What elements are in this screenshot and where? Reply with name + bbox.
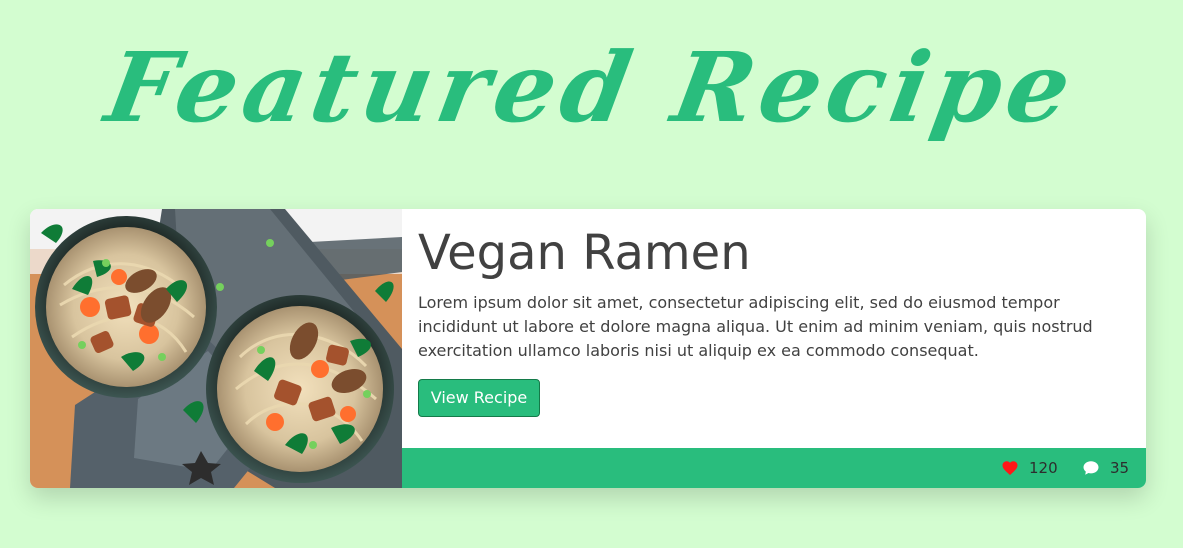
recipe-card: Vegan Ramen Lorem ipsum dolor sit amet, … — [30, 209, 1146, 488]
comments-stat: 35 — [1082, 457, 1129, 479]
recipe-description: Lorem ipsum dolor sit amet, consectetur … — [418, 293, 1093, 360]
page-title: Featured Recipe — [98, 31, 1085, 144]
vegan-ramen-bowl-image — [30, 209, 402, 488]
view-recipe-button[interactable]: View Recipe — [418, 379, 540, 417]
comments-count: 35 — [1110, 459, 1130, 477]
recipe-image — [30, 209, 402, 488]
featured-recipe-page: Featured Recipe Vegan Ramen Lorem ipsum … — [0, 0, 1183, 548]
comment-icon — [1082, 459, 1100, 477]
heart-icon — [1001, 459, 1019, 477]
recipe-content: Vegan Ramen Lorem ipsum dolor sit amet, … — [402, 209, 1146, 488]
likes-count: 120 — [1029, 459, 1058, 477]
recipe-title: Vegan Ramen — [418, 225, 751, 281]
recipe-card-footer: 120 35 — [402, 448, 1146, 488]
likes-stat: 120 — [1001, 457, 1058, 479]
